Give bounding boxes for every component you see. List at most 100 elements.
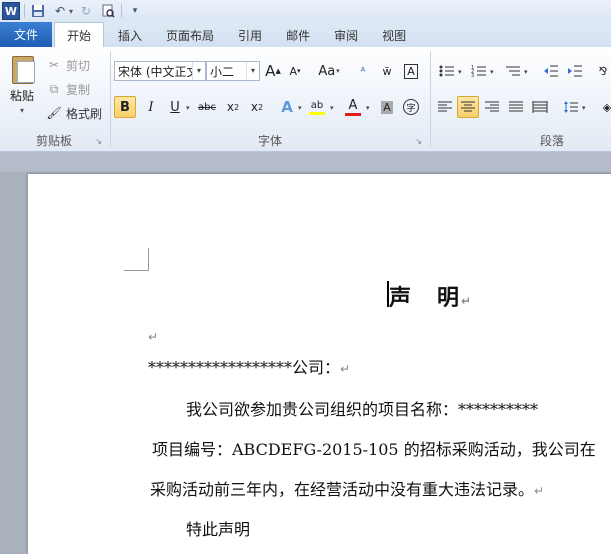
svg-text:3: 3 xyxy=(471,73,474,78)
bold-button[interactable]: B xyxy=(114,96,136,118)
paste-button[interactable]: 粘贴 ▾ xyxy=(4,51,40,121)
underline-dropdown-icon[interactable]: ▾ xyxy=(186,104,190,112)
clipboard-dialog-launcher-icon[interactable]: ↘ xyxy=(95,137,102,146)
increase-indent-button[interactable] xyxy=(564,60,586,82)
bullets-dropdown-icon[interactable]: ▾ xyxy=(458,68,462,76)
font-group-label: 字体 xyxy=(257,134,282,148)
italic-button[interactable]: I xyxy=(140,96,162,118)
highlight-button[interactable]: ab xyxy=(306,96,328,118)
align-right-icon xyxy=(485,101,499,112)
copy-label: 复制 xyxy=(66,82,91,97)
asian-layout-button[interactable]: ⅋ xyxy=(592,60,611,82)
font-size-dropdown-icon[interactable]: ▾ xyxy=(246,62,259,80)
font-name-select[interactable]: 宋体 (中文正文 ▾ xyxy=(114,61,206,81)
line-spacing-dropdown-icon[interactable]: ▾ xyxy=(582,104,586,112)
text-effects-button[interactable]: A xyxy=(276,96,298,118)
paste-label: 粘贴 xyxy=(9,89,34,103)
grow-font-button[interactable]: A ▲ xyxy=(262,60,284,82)
document-line[interactable]: ******************公司：↵ xyxy=(148,354,350,378)
increase-indent-icon xyxy=(568,65,582,77)
ruler-strip xyxy=(0,152,611,172)
undo-icon[interactable]: ↶ xyxy=(51,2,69,20)
document-line[interactable]: 采购活动前三年内，在经营活动中没有重大违法记录。↵ xyxy=(150,476,544,500)
strikethrough-button[interactable]: abc xyxy=(196,96,218,118)
font-dialog-launcher-icon[interactable]: ↘ xyxy=(415,137,422,146)
shrink-font-button[interactable]: A ▾ xyxy=(284,60,306,82)
font-name-value: 宋体 (中文正文 xyxy=(118,64,192,79)
document-line[interactable]: 项目编号：ABCDEFG-2015-105 的招标采购活动，我公司在 xyxy=(152,436,596,460)
document-title[interactable]: 声 明↵ xyxy=(389,280,473,312)
enclose-characters-icon: 字 xyxy=(403,99,419,115)
asian-layout-icon: ⅋ xyxy=(598,64,608,78)
cut-button[interactable]: ✂ 剪切 xyxy=(46,55,90,75)
tab-insert[interactable]: 插入 xyxy=(106,23,154,47)
customize-toolbar-icon[interactable]: ▾ xyxy=(126,2,144,20)
highlighter-icon: ab xyxy=(310,99,324,111)
quick-access-toolbar: W ↶ ▾ ↻ ▾ xyxy=(0,0,611,22)
change-case-button[interactable]: Aa ▾ xyxy=(314,60,344,82)
font-color-dropdown-icon[interactable]: ▾ xyxy=(366,104,370,112)
paragraph-group: ▾ 123 ▾ ▾ ⅋ ▾ ◈ 段落 xyxy=(432,47,611,151)
ribbon-tabs: 文件 开始 插入 页面布局 引用 邮件 审阅 视图 xyxy=(0,22,611,47)
phonetic-guide-icon: w̄ xyxy=(382,64,392,78)
save-icon[interactable] xyxy=(29,2,47,20)
align-right-button[interactable] xyxy=(481,96,503,118)
divider xyxy=(24,4,25,18)
tab-mailings[interactable]: 邮件 xyxy=(274,23,322,47)
clear-formatting-icon: ᴬ xyxy=(360,64,366,78)
tab-review[interactable]: 审阅 xyxy=(322,23,370,47)
tab-references[interactable]: 引用 xyxy=(226,23,274,47)
align-left-button[interactable] xyxy=(434,96,456,118)
align-left-icon xyxy=(438,101,452,112)
bullets-icon xyxy=(439,65,454,77)
format-painter-button[interactable]: 🖌 格式刷 xyxy=(46,103,102,123)
document-line[interactable]: 我公司欲参加贵公司组织的项目名称：********** xyxy=(186,396,538,420)
font-size-select[interactable]: 小二 ▾ xyxy=(206,61,260,81)
justify-button[interactable] xyxy=(505,96,527,118)
numbering-icon: 123 xyxy=(471,65,486,78)
clipboard-group: 粘贴 ▾ ✂ 剪切 ⧉ 复制 🖌 格式刷 剪贴板 ↘ xyxy=(0,47,108,151)
tab-view[interactable]: 视图 xyxy=(370,23,418,47)
character-shading-button[interactable]: A xyxy=(376,96,398,118)
paste-icon xyxy=(9,53,35,84)
multilevel-list-dropdown-icon[interactable]: ▾ xyxy=(524,68,528,76)
phonetic-guide-button[interactable]: w̄ xyxy=(376,60,398,82)
print-preview-icon[interactable] xyxy=(99,2,117,20)
undo-dropdown-icon[interactable]: ▾ xyxy=(69,7,73,16)
font-name-dropdown-icon[interactable]: ▾ xyxy=(192,62,205,80)
clipboard-group-label: 剪贴板 xyxy=(35,134,72,148)
align-center-button[interactable] xyxy=(457,96,479,118)
enclose-characters-button[interactable]: 字 xyxy=(400,96,422,118)
text-effects-dropdown-icon[interactable]: ▾ xyxy=(298,104,302,112)
numbering-dropdown-icon[interactable]: ▾ xyxy=(490,68,494,76)
subscript-button[interactable]: x2 xyxy=(222,96,244,118)
tab-file[interactable]: 文件 xyxy=(0,22,52,47)
character-shading-icon: A xyxy=(381,100,393,114)
shading-button[interactable]: ◈ xyxy=(596,96,611,118)
underline-button[interactable]: U xyxy=(164,96,186,118)
copy-button[interactable]: ⧉ 复制 xyxy=(46,79,90,99)
clear-formatting-button[interactable]: ᴬ xyxy=(352,60,374,82)
tab-home[interactable]: 开始 xyxy=(54,22,105,47)
copy-icon: ⧉ xyxy=(49,81,59,96)
decrease-indent-button[interactable] xyxy=(540,60,562,82)
highlight-dropdown-icon[interactable]: ▾ xyxy=(330,104,334,112)
tab-page-layout[interactable]: 页面布局 xyxy=(154,23,226,47)
document-line[interactable]: 特此声明 xyxy=(186,516,250,540)
empty-paragraph[interactable]: ↵ xyxy=(148,326,158,345)
paste-dropdown-icon[interactable]: ▾ xyxy=(20,106,24,115)
redo-icon[interactable]: ↻ xyxy=(77,2,95,20)
numbering-button[interactable]: 123 xyxy=(468,60,490,82)
font-color-button[interactable]: A xyxy=(342,96,364,118)
bullets-button[interactable] xyxy=(436,60,458,82)
distributed-icon xyxy=(532,101,548,113)
word-logo-icon[interactable]: W xyxy=(2,2,20,20)
superscript-button[interactable]: x2 xyxy=(246,96,268,118)
multilevel-list-icon xyxy=(506,66,520,76)
character-border-button[interactable]: A xyxy=(400,60,422,82)
distributed-button[interactable] xyxy=(529,96,551,118)
document-page[interactable]: 声 明↵ ↵ ******************公司：↵ 我公司欲参加贵公司组… xyxy=(28,174,611,554)
line-spacing-button[interactable] xyxy=(560,96,582,118)
group-divider xyxy=(110,51,111,147)
multilevel-list-button[interactable] xyxy=(502,60,524,82)
